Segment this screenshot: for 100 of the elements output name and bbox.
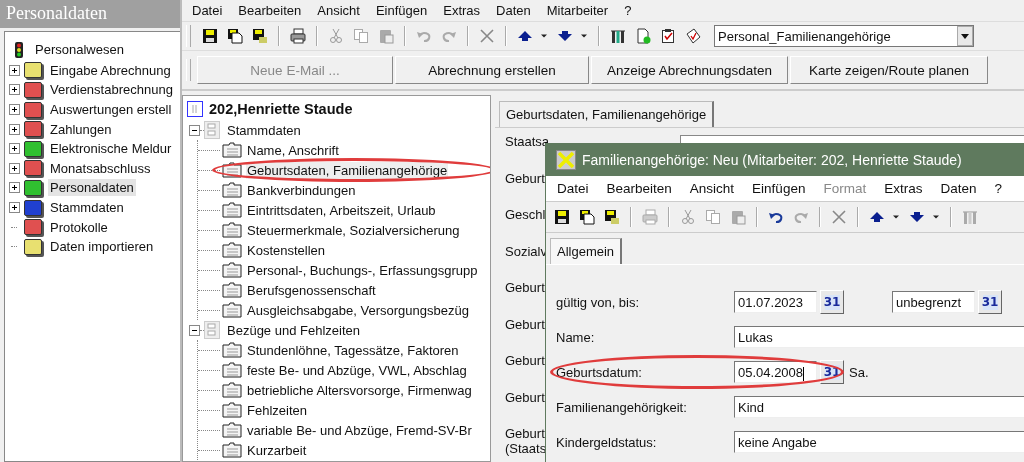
folder-icon [222, 302, 242, 318]
action-button[interactable]: Anzeige Abrechnungsdaten [591, 56, 788, 84]
tree-item[interactable]: Eingabe Abrechnung [48, 61, 173, 79]
date-field[interactable]: unbegrenzt [892, 291, 975, 313]
field-label: Staatsa [505, 133, 551, 151]
field-label: gültig von, bis: [556, 294, 641, 310]
tree-item[interactable]: Bezüge und Fehlzeiten [226, 321, 361, 339]
field-label: Geburt (Staats [505, 425, 548, 458]
tree-item[interactable]: Personal-, Buchungs-, Erfassungsgrupp [246, 261, 479, 279]
menu-item[interactable]: Einfügen [743, 181, 815, 196]
tree-item[interactable]: Name, Anschrift [246, 141, 340, 159]
document-plus-icon[interactable] [635, 28, 651, 44]
folder-icon [222, 182, 242, 198]
folder-icon [222, 402, 242, 418]
delete-icon[interactable] [831, 209, 847, 225]
field-label: Sozialv [505, 242, 548, 261]
save-all-icon[interactable] [227, 28, 243, 44]
menu-item[interactable]: Datei [548, 181, 598, 196]
save-as-icon[interactable] [604, 209, 620, 225]
folder-icon [222, 362, 242, 378]
delete-icon[interactable] [479, 28, 495, 44]
tree-item[interactable]: Elektronische Meldur [48, 140, 174, 158]
tree-item[interactable]: Auswertungen erstell [48, 101, 174, 119]
tree-item[interactable]: Fehlzeiten [246, 401, 308, 419]
field-label: Kindergeldstatus: [556, 434, 658, 450]
tree-item[interactable]: Kurzarbeit [246, 441, 308, 459]
save-all-icon[interactable] [579, 209, 595, 225]
tree-item[interactable]: Eintrittsdaten, Arbeitszeit, Urlaub [246, 201, 437, 219]
tree-item[interactable]: Ausgleichsabgabe, Versorgungsbezüg [246, 301, 470, 319]
clipboard-check-icon[interactable] [660, 28, 676, 44]
menu-item[interactable]: Daten [931, 181, 986, 196]
collapse-icon[interactable] [189, 124, 200, 136]
down-arrow-icon[interactable] [557, 28, 573, 44]
text-field[interactable]: Lukas [734, 326, 1024, 348]
tree-item[interactable]: Daten importieren [48, 238, 156, 256]
menu-item[interactable]: Einfügen [367, 3, 436, 18]
expand-icon[interactable] [9, 143, 20, 155]
text-field[interactable]: Kind [734, 396, 1024, 418]
tree-item[interactable]: Berufsgenossenschaft [246, 281, 377, 299]
tree-item[interactable]: Monatsabschluss [48, 159, 153, 177]
tree-item[interactable]: Zahlungen [48, 120, 114, 138]
tree-item[interactable]: Kostenstellen [246, 241, 327, 259]
date-field[interactable]: 05.04.2008 [734, 361, 817, 383]
printer-icon[interactable] [290, 28, 306, 44]
folder-icon [222, 442, 242, 458]
expand-icon[interactable] [9, 64, 20, 76]
up-arrow-icon[interactable] [517, 28, 533, 44]
tab[interactable]: Allgemein [550, 238, 623, 264]
text-field[interactable]: keine Angabe [734, 431, 1024, 453]
menu-item[interactable]: Datei [184, 3, 231, 18]
field-label: Geburt [505, 315, 546, 334]
panel-title: Personaldaten [0, 0, 180, 28]
menu-item[interactable]: ? [985, 181, 1011, 196]
menu-item[interactable]: Bearbeiten [597, 181, 681, 196]
tree-item[interactable]: Stammdaten [226, 121, 302, 139]
calendar-button[interactable]: 31 [978, 290, 1002, 314]
menu-item[interactable]: Ansicht [309, 3, 368, 18]
expand-icon[interactable] [9, 182, 20, 194]
tree-item[interactable]: Stundenlöhne, Tagessätze, Faktoren [246, 341, 460, 359]
tree-item[interactable]: Steuermerkmale, Sozialversicherung [246, 221, 461, 239]
tree-item[interactable]: betriebliche Altersvorsorge, Firmenwag [246, 381, 473, 399]
expand-icon[interactable] [9, 162, 20, 174]
tab[interactable]: Geburtsdaten, Familienangehörige [499, 101, 715, 127]
down-arrow-icon[interactable] [909, 209, 925, 225]
binders-icon[interactable] [610, 28, 626, 44]
expand-icon[interactable] [9, 84, 20, 96]
menu-item[interactable]: ? [616, 3, 640, 18]
expand-icon[interactable] [9, 123, 20, 135]
action-button[interactable]: Abrechnung erstellen [395, 56, 589, 84]
menu-item[interactable]: Extras [435, 3, 489, 18]
menu-item[interactable]: Bearbeiten [230, 3, 310, 18]
tree-item[interactable]: feste Be- und Abzüge, VWL, Abschlag [246, 361, 468, 379]
menu-item[interactable]: Mitarbeiter [538, 3, 617, 18]
tree-item[interactable]: Protokolle [48, 218, 110, 236]
tree-item[interactable]: Bankverbindungen [246, 181, 357, 199]
tree-item[interactable]: Stammdaten [48, 199, 126, 217]
tree-item[interactable]: Personaldaten [48, 179, 136, 197]
field-label: Name: [556, 329, 596, 345]
save-as-icon[interactable] [252, 28, 268, 44]
folder-icon [222, 222, 242, 238]
expand-icon[interactable] [9, 104, 20, 116]
tree-item[interactable]: Personalwesen [33, 41, 126, 59]
tree-item[interactable]: Verdienstabrechnung [48, 81, 175, 99]
folder-icon [222, 202, 242, 218]
up-arrow-icon[interactable] [869, 209, 885, 225]
expand-icon[interactable] [9, 202, 20, 214]
calendar-button[interactable]: 31 [820, 360, 844, 384]
collapse-icon[interactable] [189, 324, 200, 336]
action-button[interactable]: Karte zeigen/Route planen [790, 56, 988, 84]
field-label: Geburt [505, 352, 546, 370]
menu-item[interactable]: Extras [875, 181, 932, 196]
calendar-button[interactable]: 31 [820, 290, 844, 314]
note-check-icon[interactable] [685, 28, 701, 44]
menu-item[interactable]: Daten [488, 3, 539, 18]
tree-item[interactable]: Geburtsdaten, Familienangehörige [246, 161, 449, 179]
folder-icon [222, 342, 242, 358]
tree-item[interactable]: variable Be- und Abzüge, Fremd-SV-Br [246, 421, 473, 439]
view-dropdown[interactable]: Personal_Familienangehörige [714, 25, 974, 47]
menu-item[interactable]: Ansicht [680, 181, 744, 196]
date-field[interactable]: 01.07.2023 [734, 291, 817, 313]
